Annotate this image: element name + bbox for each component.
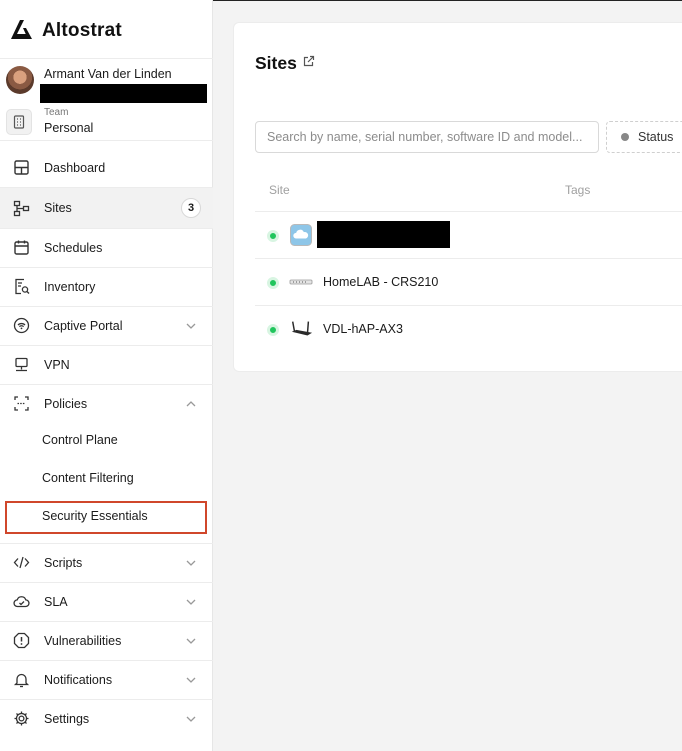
chevron-down-icon[interactable]: [185, 635, 197, 647]
brand[interactable]: Altostrat: [10, 18, 122, 44]
chevron-up-icon[interactable]: [185, 398, 197, 410]
nav-content-filtering[interactable]: Content Filtering: [42, 471, 134, 485]
divider: [0, 140, 213, 141]
nav-vpn[interactable]: VPN: [0, 345, 213, 384]
nav-vulnerabilities[interactable]: Vulnerabilities: [0, 621, 213, 660]
search-input[interactable]: [255, 121, 599, 153]
policies-scan-icon: [12, 395, 30, 413]
column-header-site[interactable]: Site: [269, 183, 290, 197]
user-name: Armant Van der Linden: [44, 67, 172, 81]
external-link-icon[interactable]: [302, 55, 315, 68]
status-filter-label: Status: [638, 130, 674, 144]
chevron-down-icon[interactable]: [185, 320, 197, 332]
sites-panel: Sites Status Site Tags HomeLAB - CRS210 …: [233, 22, 682, 372]
team-switcher[interactable]: Team Personal: [6, 106, 211, 138]
chevron-down-icon[interactable]: [185, 713, 197, 725]
nav-label: VPN: [44, 357, 70, 372]
nav-security-essentials[interactable]: Security Essentials: [42, 509, 148, 523]
building-icon: [6, 109, 32, 135]
site-name: VDL-hAP-AX3: [323, 322, 403, 336]
nav-label: Inventory: [44, 279, 96, 294]
calendar-icon: [12, 239, 30, 257]
online-status-icon: [267, 277, 279, 289]
cloud-check-icon: [12, 593, 30, 611]
nav-settings[interactable]: Settings: [0, 699, 213, 738]
online-status-icon: [267, 230, 279, 242]
gear-icon: [12, 710, 30, 728]
team-label: Team: [44, 107, 69, 118]
column-header-tags[interactable]: Tags: [565, 183, 590, 197]
vpn-monitor-icon: [12, 356, 30, 374]
nav-label: Captive Portal: [44, 318, 123, 333]
bell-icon: [12, 671, 30, 689]
chevron-down-icon[interactable]: [185, 596, 197, 608]
status-filter-button[interactable]: Status: [606, 121, 682, 153]
dashboard-icon: [12, 159, 30, 177]
table-row[interactable]: VDL-hAP-AX3: [255, 306, 682, 352]
nav-policies[interactable]: Policies: [0, 384, 213, 423]
sites-count-badge: 3: [181, 198, 201, 218]
sidebar: Altostrat Armant Van der Linden Team Per…: [0, 0, 213, 751]
nav-label: Vulnerabilities: [44, 633, 122, 648]
avatar: [6, 66, 34, 94]
chevron-down-icon[interactable]: [185, 557, 197, 569]
nav-label: Notifications: [44, 672, 113, 687]
nav-control-plane[interactable]: Control Plane: [42, 433, 118, 447]
nav-sla[interactable]: SLA: [0, 582, 213, 621]
nav-label: Dashboard: [44, 160, 106, 175]
team-name: Personal: [44, 121, 94, 135]
nav-scripts[interactable]: Scripts: [0, 543, 213, 582]
table-row[interactable]: HomeLAB - CRS210: [255, 259, 682, 305]
online-status-icon: [267, 324, 279, 336]
wifi-portal-icon: [12, 317, 30, 335]
nav-label: SLA: [44, 594, 68, 609]
nav-schedules[interactable]: Schedules: [0, 228, 213, 267]
chevron-down-icon[interactable]: [185, 674, 197, 686]
nav-inventory[interactable]: Inventory: [0, 267, 213, 306]
alert-octagon-icon: [12, 632, 30, 650]
nav-sites[interactable]: Sites 3: [0, 188, 213, 228]
switch-icon: [289, 270, 313, 294]
table-row[interactable]: [255, 212, 682, 258]
nav-dashboard[interactable]: Dashboard: [0, 148, 213, 187]
redacted-site-name: [317, 221, 450, 248]
code-icon: [12, 554, 30, 572]
page-title: Sites: [255, 53, 297, 73]
divider: [0, 58, 213, 59]
nav-label: Schedules: [44, 240, 103, 255]
brand-name: Altostrat: [42, 20, 122, 41]
redacted-email: [40, 84, 207, 103]
nav-label: Policies: [44, 396, 88, 411]
nav-captive-portal[interactable]: Captive Portal: [0, 306, 213, 345]
nav-label: Settings: [44, 711, 90, 726]
status-dot-icon: [621, 133, 629, 141]
nav-notifications[interactable]: Notifications: [0, 660, 213, 699]
nav-label: Scripts: [44, 555, 83, 570]
inventory-search-icon: [12, 278, 30, 296]
sites-network-icon: [12, 199, 30, 217]
user-profile[interactable]: Armant Van der Linden: [6, 66, 211, 103]
router-icon: [289, 317, 313, 341]
cloud-icon: [289, 223, 313, 247]
site-name: HomeLAB - CRS210: [323, 275, 439, 289]
nav-label: Sites: [44, 201, 72, 215]
altostrat-logo-icon: [10, 18, 34, 45]
